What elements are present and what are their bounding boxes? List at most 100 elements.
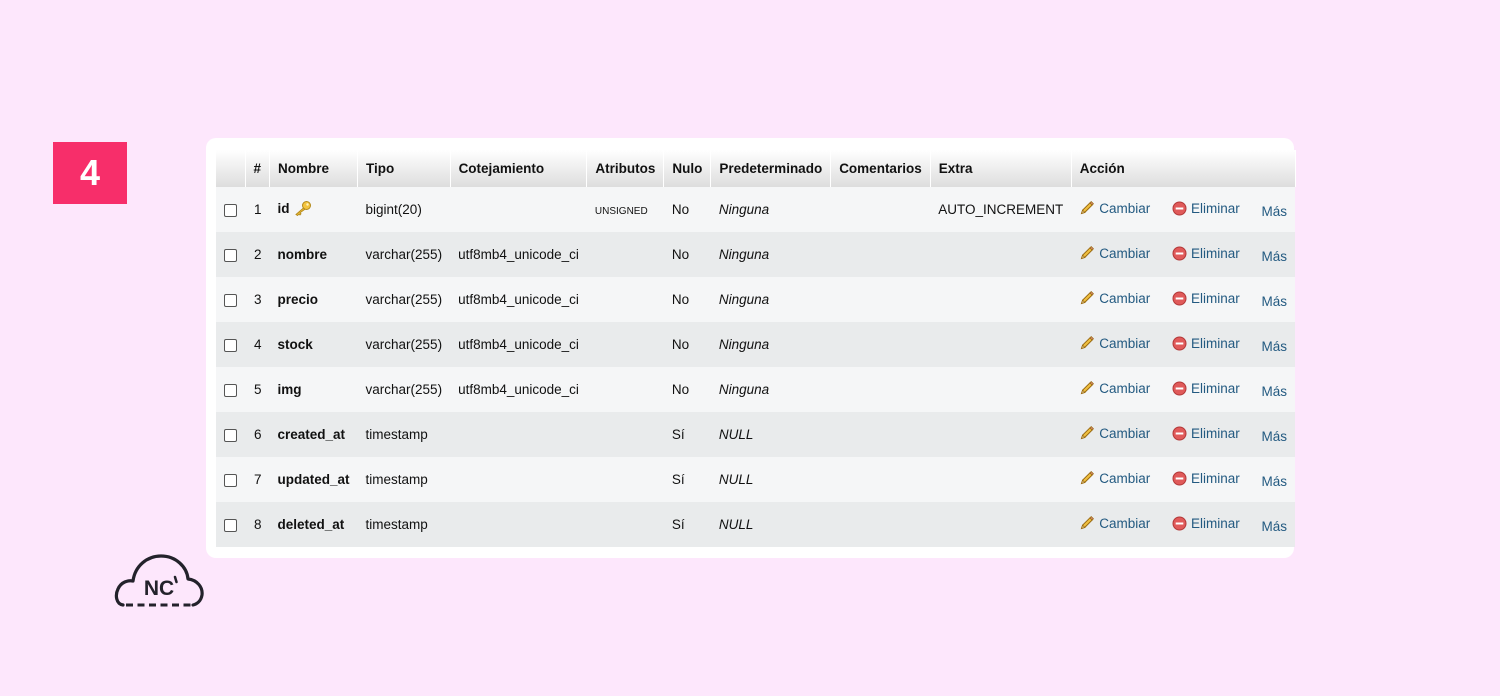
drop-label: Eliminar [1191,471,1240,486]
delete-circle-icon [1172,471,1187,486]
drop-link[interactable]: Eliminar [1172,426,1240,441]
row-actions: Cambiar Eliminar Más [1071,367,1296,412]
change-link[interactable]: Cambiar [1079,290,1150,306]
row-number: 1 [245,187,270,232]
row-select[interactable] [216,457,245,502]
drop-label: Eliminar [1191,201,1240,216]
column-comments [830,412,931,457]
more-link[interactable]: Más [1262,294,1288,309]
drop-link[interactable]: Eliminar [1172,471,1240,486]
header-comments[interactable]: Comentarios [830,150,931,187]
column-collation: utf8mb4_unicode_ci [450,277,587,322]
row-checkbox[interactable] [224,203,237,217]
table-row: 8 deleted_at timestamp Sí NULL Cambiar E… [216,502,1296,547]
row-select[interactable] [216,367,245,412]
row-actions: Cambiar Eliminar Más [1071,412,1296,457]
delete-circle-icon [1172,516,1187,531]
change-link[interactable]: Cambiar [1079,335,1150,351]
delete-circle-icon [1172,246,1187,261]
column-name: stock [269,322,358,367]
column-attributes: UNSIGNED [586,187,664,232]
column-extra: AUTO_INCREMENT [930,187,1072,232]
row-checkbox[interactable] [224,518,237,532]
header-extra[interactable]: Extra [930,150,1072,187]
column-null: No [663,322,711,367]
column-extra [930,277,1072,322]
header-name[interactable]: Nombre [269,150,359,187]
drop-link[interactable]: Eliminar [1172,381,1240,396]
drop-link[interactable]: Eliminar [1172,516,1240,531]
row-select[interactable] [216,187,245,232]
drop-link[interactable]: Eliminar [1172,291,1240,306]
delete-circle-icon [1172,336,1187,351]
column-attributes [586,412,664,457]
drop-label: Eliminar [1191,516,1240,531]
table-row: 2 nombre varchar(255) utf8mb4_unicode_ci… [216,232,1296,277]
change-link[interactable]: Cambiar [1079,470,1150,486]
row-checkbox[interactable] [224,248,237,262]
row-select[interactable] [216,277,245,322]
column-name-text: stock [277,337,313,352]
column-null: No [663,187,711,232]
row-checkbox[interactable] [224,473,237,487]
header-default[interactable]: Predeterminado [710,150,832,187]
more-link[interactable]: Más [1262,249,1288,264]
drop-link[interactable]: Eliminar [1172,201,1240,216]
row-number: 3 [245,277,270,322]
more-link[interactable]: Más [1262,384,1288,399]
row-select[interactable] [216,412,245,457]
column-name: img [269,367,358,412]
more-link[interactable]: Más [1262,429,1288,444]
header-row: # Nombre Tipo Cotejamiento Atributos Nul… [216,150,1296,187]
pencil-icon [1079,425,1095,441]
delete-circle-icon [1172,426,1187,441]
column-attributes [586,277,664,322]
change-link[interactable]: Cambiar [1079,515,1150,531]
delete-circle-icon [1172,291,1187,306]
column-name-text: created_at [277,427,346,442]
header-attributes[interactable]: Atributos [586,150,665,187]
column-name: updated_at [269,457,358,502]
column-collation [450,187,587,232]
header-select [216,150,246,187]
attributes-text: UNSIGNED [594,206,648,217]
column-type: varchar(255) [357,232,451,277]
change-link[interactable]: Cambiar [1079,245,1150,261]
column-attributes [586,367,664,412]
row-checkbox[interactable] [224,338,237,352]
row-checkbox[interactable] [224,428,237,442]
row-checkbox[interactable] [224,293,237,307]
row-number: 5 [245,367,270,412]
row-select[interactable] [216,232,245,277]
row-number: 6 [245,412,270,457]
column-name-text: precio [277,292,319,307]
header-null[interactable]: Nulo [663,150,712,187]
drop-link[interactable]: Eliminar [1172,246,1240,261]
column-comments [830,232,931,277]
row-select[interactable] [216,502,245,547]
header-type[interactable]: Tipo [357,150,451,187]
column-type: varchar(255) [357,367,451,412]
column-default: Ninguna [710,187,831,232]
drop-link[interactable]: Eliminar [1172,336,1240,351]
header-collation[interactable]: Cotejamiento [450,150,588,187]
table-row: 3 precio varchar(255) utf8mb4_unicode_ci… [216,277,1296,322]
change-link[interactable]: Cambiar [1079,200,1150,216]
pencil-icon [1079,335,1095,351]
row-actions: Cambiar Eliminar Más [1071,457,1296,502]
row-select[interactable] [216,322,245,367]
column-null: No [663,232,711,277]
more-link[interactable]: Más [1262,519,1288,534]
column-type: timestamp [357,412,451,457]
column-type: timestamp [357,457,451,502]
header-number[interactable]: # [245,150,271,187]
more-link[interactable]: Más [1262,474,1288,489]
more-link[interactable]: Más [1262,339,1288,354]
column-attributes [586,232,664,277]
change-link[interactable]: Cambiar [1079,380,1150,396]
row-checkbox[interactable] [224,383,237,397]
change-link[interactable]: Cambiar [1079,425,1150,441]
column-name: precio [269,277,358,322]
more-link[interactable]: Más [1262,204,1288,219]
column-default: NULL [710,412,831,457]
